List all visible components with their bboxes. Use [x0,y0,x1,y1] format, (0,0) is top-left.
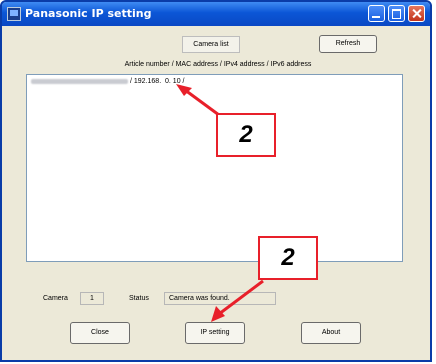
step-callout-bottom: 2 [258,236,318,280]
arrow-to-ip-address [184,88,220,117]
annotation-arrows [176,84,264,322]
arrow-to-ip-setting [218,279,264,316]
step-callout-top: 2 [216,113,276,157]
arrow-head-bottom [211,306,225,322]
